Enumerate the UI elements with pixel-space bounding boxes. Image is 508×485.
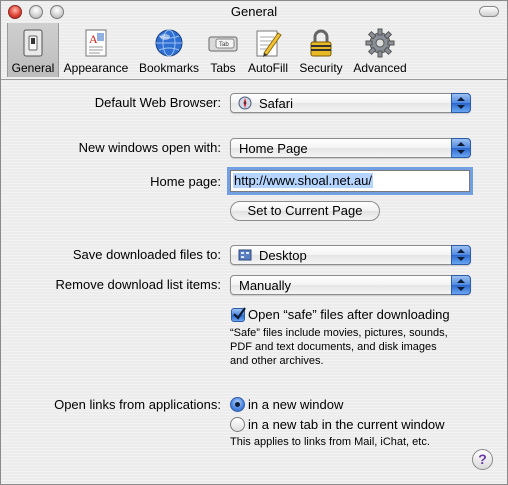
remove-downloads-value: Manually — [239, 278, 292, 293]
svg-text:Tab: Tab — [219, 42, 229, 48]
open-links-label: Open links from applications: — [54, 397, 221, 412]
tab-security[interactable]: Security — [295, 23, 347, 77]
safari-compass-icon — [238, 96, 252, 110]
title-bar[interactable]: General — [1, 1, 507, 23]
tab-autofill-label: AutoFill — [247, 61, 288, 75]
save-downloads-label: Save downloaded files to: — [72, 247, 221, 262]
open-safe-files-checkbox[interactable] — [231, 307, 246, 322]
default-browser-popup[interactable]: Safari — [230, 93, 471, 113]
svg-text:A: A — [89, 32, 98, 46]
tab-tabs-label: Tabs — [210, 61, 236, 75]
autofill-pencil-icon — [252, 27, 284, 59]
tab-general-label: General — [11, 61, 55, 75]
toolbar-divider — [1, 79, 507, 80]
safe-files-note: “Safe” files include movies, pictures, s… — [230, 326, 448, 368]
popup-arrows-icon — [451, 138, 471, 158]
open-links-note: This applies to links from Mail, iChat, … — [230, 436, 430, 448]
toolbar-toggle-button[interactable] — [479, 6, 499, 17]
new-window-option-label[interactable]: in a new window — [248, 397, 343, 412]
globe-icon — [153, 27, 185, 59]
remove-downloads-label: Remove download list items: — [55, 277, 221, 292]
desktop-folder-icon — [238, 248, 252, 262]
tabs-icon: Tab — [207, 27, 239, 59]
tab-advanced-label: Advanced — [353, 61, 407, 75]
tab-autofill[interactable]: AutoFill — [244, 23, 292, 77]
lock-icon — [305, 27, 337, 59]
popup-arrows-icon — [451, 275, 471, 295]
save-downloads-popup[interactable]: Desktop — [230, 245, 471, 265]
default-browser-value: Safari — [259, 96, 293, 111]
tab-appearance[interactable]: A Appearance — [61, 23, 131, 77]
home-page-value: http://www.shoal.net.au/ — [233, 173, 374, 188]
tab-general[interactable]: General — [7, 23, 59, 77]
new-window-radio[interactable] — [230, 397, 245, 412]
safe-files-note-line: and other archives. — [230, 355, 324, 367]
tab-bookmarks-label: Bookmarks — [138, 61, 200, 75]
safe-files-note-line: PDF and text documents, and disk images — [230, 341, 437, 353]
popup-arrows-icon — [451, 245, 471, 265]
preferences-toolbar: General A Appearance Bookmarks Tab Tabs … — [1, 23, 507, 79]
new-windows-value: Home Page — [239, 141, 308, 156]
gear-icon — [364, 27, 396, 59]
checkmark-icon — [233, 307, 246, 320]
save-downloads-value: Desktop — [259, 248, 307, 263]
home-page-label: Home page: — [150, 174, 221, 189]
preferences-window: General General A Appearance Bookmarks T… — [0, 0, 508, 485]
tab-advanced[interactable]: Advanced — [349, 23, 411, 77]
tab-security-label: Security — [299, 61, 343, 75]
new-tab-option-label[interactable]: in a new tab in the current window — [248, 417, 445, 432]
default-browser-label: Default Web Browser: — [94, 95, 221, 110]
home-page-field[interactable]: http://www.shoal.net.au/ — [230, 170, 470, 192]
remove-downloads-popup[interactable]: Manually — [230, 275, 471, 295]
help-button[interactable]: ? — [472, 449, 493, 470]
new-windows-popup[interactable]: Home Page — [230, 138, 471, 158]
popup-arrows-icon — [451, 93, 471, 113]
open-safe-files-label[interactable]: Open “safe” files after downloading — [248, 307, 450, 322]
window-title: General — [230, 4, 278, 19]
switch-icon — [17, 27, 49, 59]
new-windows-label: New windows open with: — [78, 140, 221, 155]
appearance-icon: A — [80, 27, 112, 59]
set-to-current-page-button[interactable]: Set to Current Page — [230, 201, 380, 221]
tab-tabs[interactable]: Tab Tabs — [204, 23, 242, 77]
safe-files-note-line: “Safe” files include movies, pictures, s… — [230, 327, 448, 339]
tab-appearance-label: Appearance — [63, 61, 129, 75]
tab-bookmarks[interactable]: Bookmarks — [135, 23, 203, 77]
new-tab-radio[interactable] — [230, 417, 245, 432]
